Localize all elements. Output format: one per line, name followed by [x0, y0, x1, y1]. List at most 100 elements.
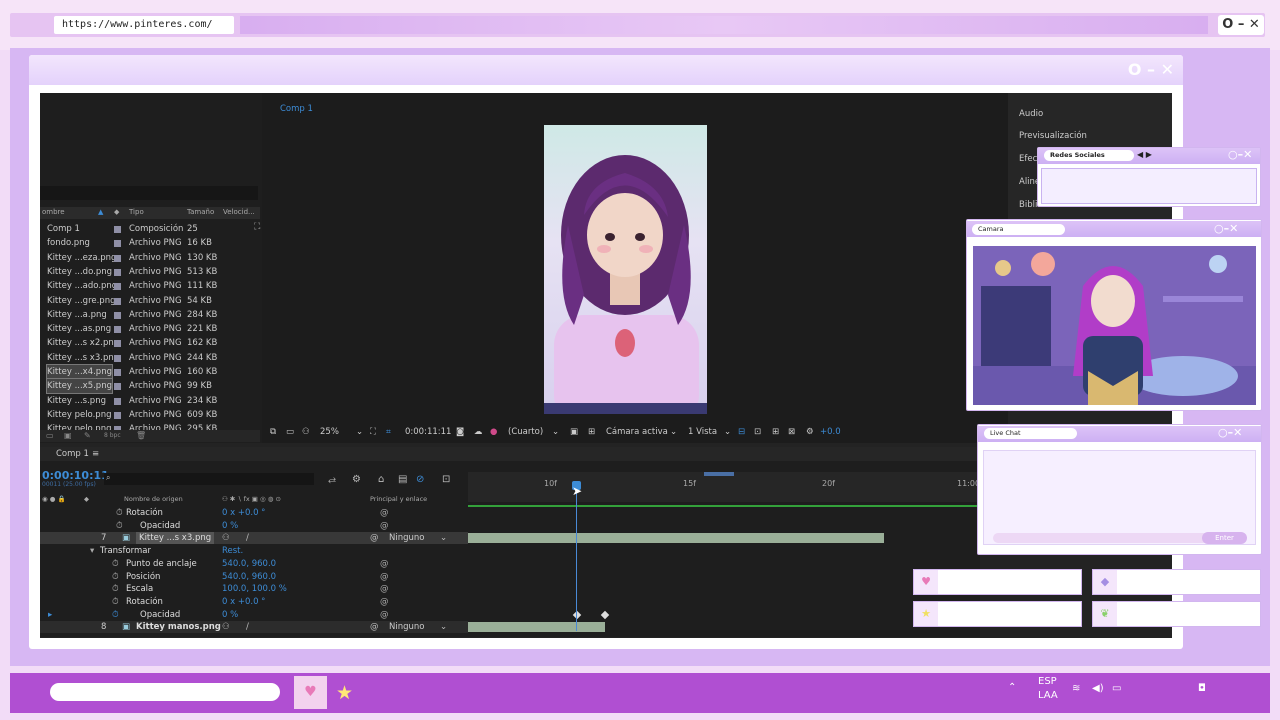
wifi-icon[interactable]: ≋ [1072, 683, 1080, 694]
pickwhip-icon[interactable]: @ [380, 571, 389, 583]
project-item[interactable]: Kittey ...x4.png Archivo PNG 160 KB [40, 364, 250, 380]
panel-audio[interactable]: Audio [1019, 109, 1043, 119]
language-code[interactable]: ESP [1038, 676, 1057, 687]
region-icon[interactable]: ⌗ [386, 427, 391, 437]
stopwatch-icon[interactable]: ⏱ [112, 558, 119, 570]
quality-select[interactable]: (Cuarto) [508, 427, 543, 437]
pen-icon[interactable]: / [246, 621, 249, 633]
flowchart-icon[interactable]: ⛶ [254, 222, 260, 232]
layer-duration-bar[interactable] [468, 533, 884, 543]
project-item[interactable]: Kittey ...s.png Archivo PNG 234 KB [40, 394, 250, 408]
chevron-down-icon[interactable]: ⌄ [552, 427, 559, 437]
pen-icon[interactable]: / [246, 532, 249, 544]
col-speed[interactable]: Velocid... [223, 208, 255, 216]
timeline-comp-tab[interactable]: Comp 1 [56, 449, 89, 459]
chevron-up-icon[interactable]: ⌃ [1008, 682, 1016, 693]
menu-icon[interactable]: ≡ [92, 449, 99, 459]
pickwhip-icon[interactable]: @ [380, 520, 389, 532]
fast-preview-icon[interactable]: ⊟ [738, 427, 745, 437]
star-icon[interactable]: ★ [336, 682, 353, 704]
layer-prop-row[interactable]: ⏱ Rotación 0 x +0.0 ° @ [40, 596, 468, 608]
project-item[interactable]: Kittey ...s x2.png Archivo PNG 162 KB [40, 336, 250, 350]
av-switch-icons[interactable]: ◉ ● 🔒 [42, 495, 66, 503]
project-item[interactable]: Kittey ...gre.png Archivo PNG 54 KB [40, 294, 250, 308]
transform-group-row[interactable]: ▾ Transformar Rest. [40, 545, 468, 557]
pen-icon[interactable]: ✎ [84, 430, 91, 442]
url-bar[interactable]: https://www.pinteres.com/ [54, 16, 234, 34]
pickwhip-icon[interactable]: @ [370, 621, 379, 633]
chevron-down-icon[interactable]: ▾ [90, 545, 94, 557]
shy-icon[interactable]: ⚇ [222, 532, 230, 544]
transparency-icon[interactable]: ▣ [570, 427, 578, 437]
layer-switch-icons[interactable]: ⚇ ✱ ∖ fx ▣ ◎ ◍ ⊙ [222, 495, 281, 503]
project-item[interactable]: Kittey ...do.png Archivo PNG 513 KB [40, 265, 250, 279]
project-item[interactable]: Kittey ...ado.png Archivo PNG 111 KB [40, 279, 250, 293]
chat-enter-button[interactable]: Enter [1202, 532, 1247, 544]
stopwatch-icon[interactable]: ⏱ [112, 596, 119, 608]
new-comp-icon[interactable]: ▣ [64, 430, 72, 442]
language-region[interactable]: LAA [1038, 690, 1058, 701]
project-item[interactable]: Kittey ...as.png Archivo PNG 221 KB [40, 322, 250, 336]
timeline-search-input[interactable]: ⌕ [104, 473, 314, 485]
current-time-indicator[interactable] [576, 481, 577, 631]
heart-icon[interactable]: ♥ [294, 676, 327, 709]
project-item[interactable]: Kittey pelo.png Archivo PNG 609 KB [40, 408, 250, 422]
toggle-icon[interactable]: ⧉ [270, 427, 276, 437]
motion-blur-icon[interactable]: ▤ [398, 474, 407, 485]
layer-prop-row[interactable]: ⏱ Punto de anclaje 540.0, 960.0 @ [40, 558, 468, 570]
folder-icon[interactable]: ▭ [46, 430, 54, 442]
chevron-down-icon[interactable]: ⌄ [724, 427, 731, 437]
composition-canvas[interactable] [544, 125, 707, 414]
social-tile[interactable]: ◆ [1092, 569, 1261, 595]
col-name[interactable]: ombre [42, 208, 65, 216]
stopwatch-icon[interactable]: ⏱ [112, 583, 119, 595]
widget-window-controls[interactable]: ○–✕ [1214, 222, 1238, 235]
graph-editor-icon[interactable]: ⊘ [416, 474, 424, 485]
col-parent[interactable]: Principal y enlace [370, 495, 427, 503]
project-item[interactable]: fondo.png Archivo PNG 16 KB [40, 236, 250, 250]
pickwhip-icon[interactable]: @ [370, 532, 379, 544]
layer-prop-row[interactable]: ▸ ⏱ Opacidad 0 % @ [40, 609, 468, 621]
exposure-icon[interactable]: ⚙ [806, 427, 814, 437]
volume-icon[interactable]: ◀) [1092, 683, 1104, 694]
col-size[interactable]: Tamaño [187, 208, 214, 216]
social-tile[interactable]: ♥ [913, 569, 1082, 595]
col-type[interactable]: Tipo [129, 208, 144, 216]
exposure-value[interactable]: +0.0 [820, 427, 841, 437]
chart-icon[interactable]: ⊡ [442, 474, 450, 485]
channels-icon[interactable]: ☁ [474, 427, 483, 437]
mask-icon[interactable]: ⚇ [302, 427, 310, 437]
flowchart-icon[interactable]: ⊞ [772, 427, 779, 437]
bpc-label[interactable]: 8 bpc [104, 430, 121, 442]
panel-preview[interactable]: Previsualización [1019, 131, 1087, 141]
color-icon[interactable]: ● [490, 427, 497, 437]
chevron-down-icon[interactable]: ⌄ [670, 427, 677, 437]
col-source-name[interactable]: Nombre de origen [124, 495, 183, 503]
project-item[interactable]: Kittey ...a.png Archivo PNG 284 KB [40, 308, 250, 322]
resolution-icon[interactable]: ⛶ [370, 427, 376, 437]
browser-window-controls[interactable]: O – ✕ [1218, 15, 1264, 35]
network-icon[interactable]: ⊠ [788, 427, 795, 437]
shy-icon[interactable]: ⥄ [328, 474, 336, 485]
widget-window-controls[interactable]: ○–✕ [1218, 426, 1242, 439]
battery-icon[interactable]: ▭ [1112, 683, 1121, 694]
main-window-controls[interactable]: O – ✕ [1116, 60, 1174, 80]
zoom-select[interactable]: 25% [320, 427, 339, 437]
camera-icon[interactable]: ◙ [456, 427, 464, 437]
stopwatch-icon[interactable]: ⏱ [112, 571, 119, 583]
layer-row[interactable]: 7 ▣ Kittey ...s x3.png ⚇ / @ Ninguno ⌄ [40, 532, 468, 544]
viewer-comp-tab[interactable]: Comp 1 [280, 104, 330, 116]
layer-prop-row[interactable]: ⏱ Rotación 0 x +0.0 ° @ [40, 507, 468, 519]
stopwatch-icon[interactable]: ⏱ [112, 609, 119, 621]
monitor-icon[interactable]: ▭ [286, 427, 294, 437]
stopwatch-icon[interactable]: ⏱ [116, 520, 123, 532]
social-tile[interactable]: ❦ [1092, 601, 1261, 627]
layer-duration-bar[interactable] [468, 622, 605, 632]
project-item[interactable]: Kittey ...x5.png Archivo PNG 99 KB [40, 378, 250, 395]
taskbar-search-input[interactable] [50, 683, 280, 701]
work-area-bar[interactable] [704, 472, 734, 476]
chevron-down-icon[interactable]: ⌄ [440, 621, 447, 633]
layer-prop-row[interactable]: ⏱ Opacidad 0 % @ [40, 520, 468, 532]
label-icon[interactable]: ◆ [84, 495, 89, 503]
views-select[interactable]: 1 Vista [688, 427, 717, 437]
